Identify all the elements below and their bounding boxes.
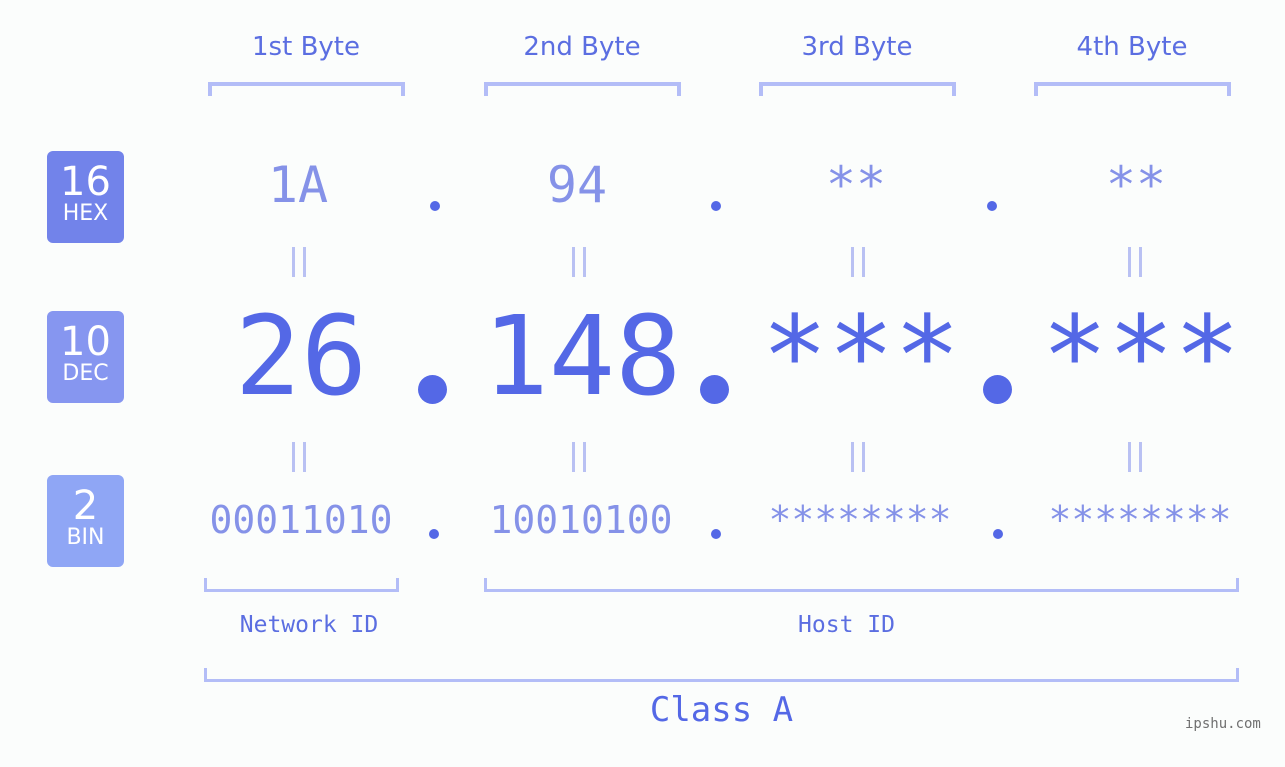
hex-badge-number: 16 [60, 159, 111, 205]
equals-icon [849, 247, 869, 277]
hex-octet-4: ** [1105, 156, 1167, 214]
host-id-bracket [484, 578, 1239, 592]
host-id-label: Host ID [798, 612, 895, 638]
dec-separator-dot [418, 375, 447, 404]
byte-header-2: 2nd Byte [523, 32, 641, 62]
class-label: Class A [649, 690, 794, 730]
network-id-bracket [204, 578, 399, 592]
byte-bracket-1 [208, 82, 405, 96]
bin-separator-dot [993, 529, 1003, 539]
bin-octet-3: ******** [768, 498, 952, 542]
hex-badge-name: HEX [62, 201, 109, 226]
hex-octet-3: ** [825, 156, 887, 214]
dec-octet-1: 26 [234, 292, 368, 420]
equals-icon [1126, 247, 1146, 277]
byte-header-1: 1st Byte [252, 32, 360, 62]
hex-octet-1: 1A [267, 156, 329, 214]
byte-header-4: 4th Byte [1076, 32, 1188, 62]
equals-icon [290, 247, 310, 277]
byte-header-3: 3rd Byte [801, 32, 913, 62]
bin-octet-1: 00011010 [209, 498, 393, 542]
dec-badge-number: 10 [60, 319, 111, 365]
watermark: ipshu.com [1185, 716, 1261, 732]
bin-badge-number: 2 [72, 483, 99, 529]
bin-separator-dot [711, 529, 721, 539]
bin-badge-name: BIN [66, 525, 105, 550]
dec-octet-3: *** [761, 292, 961, 420]
byte-bracket-2 [484, 82, 681, 96]
bin-octet-2: 10010100 [489, 498, 673, 542]
bin-separator-dot [429, 529, 439, 539]
equals-icon [290, 442, 310, 472]
equals-icon [570, 442, 590, 472]
hex-octet-2: 94 [546, 156, 608, 214]
network-id-label: Network ID [239, 612, 379, 638]
bin-octet-4: ******** [1048, 498, 1232, 542]
equals-icon [1126, 442, 1146, 472]
equals-icon [570, 247, 590, 277]
dec-octet-2: 148 [482, 292, 682, 420]
byte-bracket-3 [759, 82, 956, 96]
dec-badge-name: DEC [62, 361, 109, 386]
class-bracket [204, 668, 1239, 682]
hex-badge: 16 HEX [47, 151, 124, 243]
byte-bracket-4 [1034, 82, 1231, 96]
dec-separator-dot [700, 375, 729, 404]
dec-separator-dot [983, 375, 1012, 404]
hex-separator-dot [711, 201, 721, 211]
dec-badge: 10 DEC [47, 311, 124, 403]
equals-icon [849, 442, 869, 472]
hex-separator-dot [987, 201, 997, 211]
hex-separator-dot [430, 201, 440, 211]
dec-octet-4: *** [1041, 292, 1241, 420]
bin-badge: 2 BIN [47, 475, 124, 567]
